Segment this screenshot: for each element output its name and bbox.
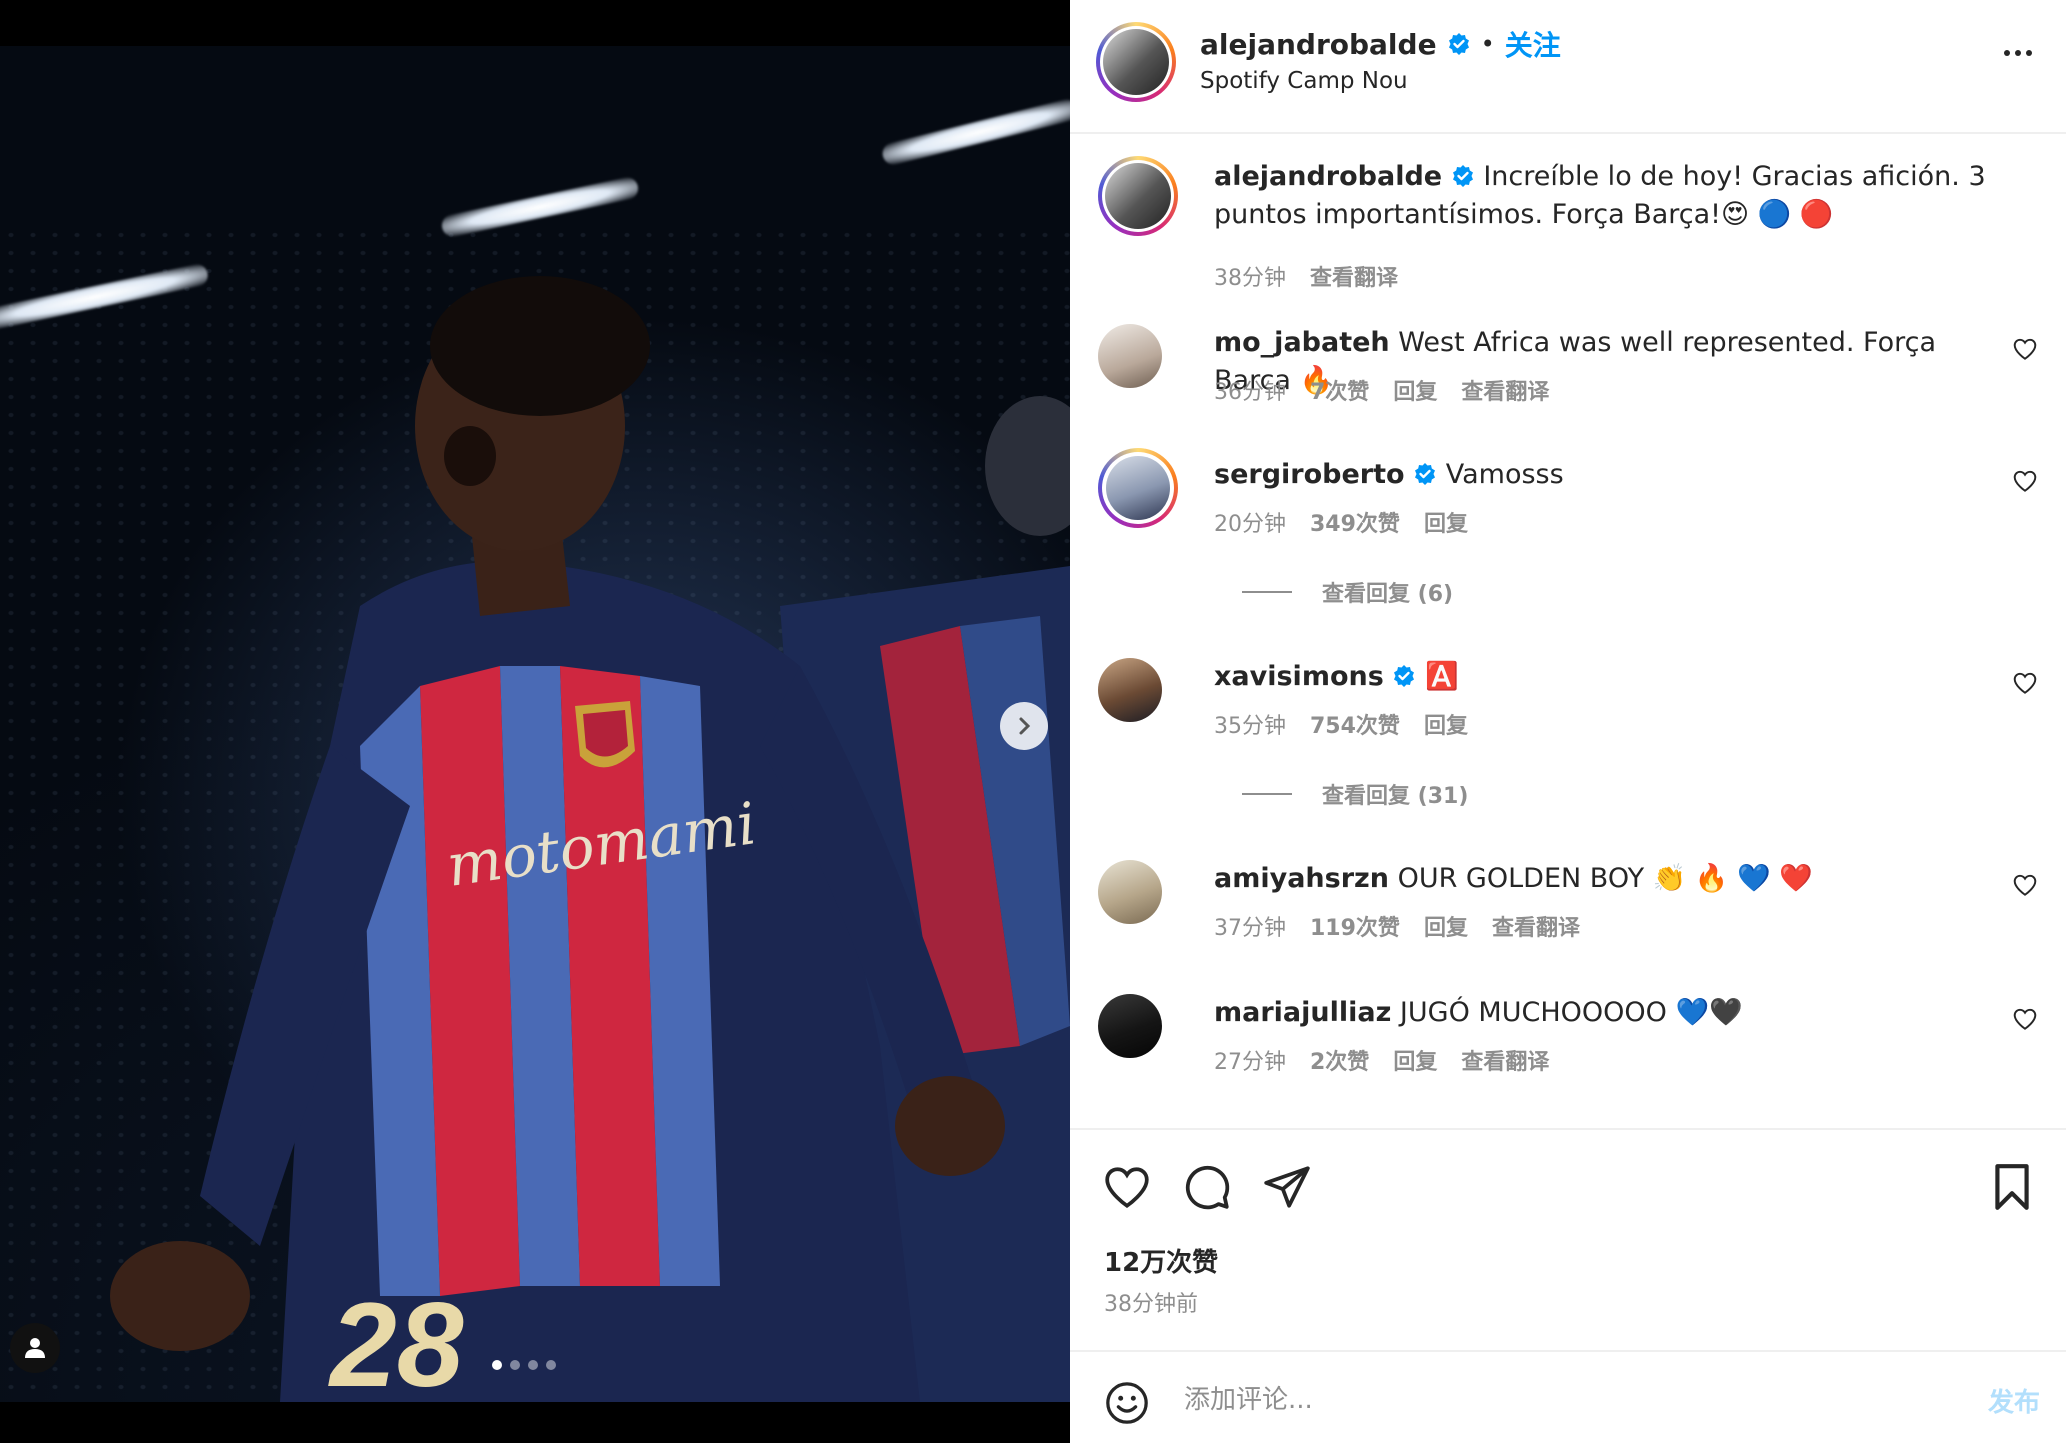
commenter-username[interactable]: mariajulliaz [1214,997,1391,1028]
comment-item: amiyahsrzn OUR GOLDEN BOY 👏 🔥 💙 ❤️ 37分钟 … [1098,860,2038,960]
post-header: alejandrobalde • 关注 Spotify Camp Nou [1070,0,2066,134]
author-avatar[interactable] [1098,156,1178,236]
follow-button[interactable]: 关注 [1505,24,1561,64]
comment-likes[interactable]: 349次赞 [1310,506,1400,538]
post-time: 38分钟前 [1104,1292,1198,1317]
post-photo[interactable]: motomami 28 [0,46,1070,1402]
send-icon[interactable] [1262,1162,1312,1212]
comment-text: JUGÓ MUCHOOOOO 💙🖤 [1399,997,1743,1028]
author-username[interactable]: alejandrobalde [1200,28,1437,61]
carousel-dot[interactable] [510,1360,520,1370]
see-translation-button[interactable]: 查看翻译 [1461,374,1549,406]
caption-time: 38分钟 [1214,266,1286,291]
comment-item: sergiroberto Vamosss 20分钟 349次赞 回复 查看回复 … [1098,448,2038,626]
reply-button[interactable]: 回复 [1393,374,1437,406]
reply-button[interactable]: 回复 [1424,506,1468,538]
more-icon [2004,50,2010,56]
post-caption: alejandrobalde Increíble lo de hoy! Grac… [1098,156,2038,296]
comment-input[interactable] [1182,1374,1866,1426]
verified-badge-icon [1452,165,1473,187]
comment-item: mo_jabateh West Africa was well represen… [1098,324,2038,424]
comment-text: Vamosss [1445,459,1564,490]
see-translation-button[interactable]: 查看翻译 [1492,910,1580,942]
comment-time: 20分钟 [1214,512,1286,537]
comment-item: xavisimons 🅰️ 35分钟 754次赞 回复 查看回复 (31) [1098,658,2038,828]
caption-username[interactable]: alejandrobalde [1214,161,1442,192]
post-side-panel: alejandrobalde • 关注 Spotify Camp Nou ale… [1070,0,2066,1443]
player-figure: motomami 28 [110,276,1070,1402]
comment-like-heart-icon[interactable] [2012,468,2038,494]
post-media: motomami 28 [0,0,1070,1443]
tagged-users-button[interactable] [10,1323,60,1373]
like-count[interactable]: 12万次赞 [1104,1242,1218,1279]
comment-item: mariajulliaz JUGÓ MUCHOOOOO 💙🖤 27分钟 2次赞 … [1098,994,2038,1094]
commenter-username[interactable]: sergiroberto [1214,459,1405,490]
post-location[interactable]: Spotify Camp Nou [1200,68,1408,94]
carousel-dot[interactable] [546,1360,556,1370]
comments-list: alejandrobalde Increíble lo de hoy! Grac… [1070,134,2066,1128]
reply-button[interactable]: 回复 [1424,708,1468,740]
comment-text: 🅰️ [1424,661,1459,692]
comment-time: 36分钟 [1214,380,1286,405]
comment-like-heart-icon[interactable] [2012,336,2038,362]
commenter-username[interactable]: xavisimons [1214,661,1384,692]
next-slide-button[interactable] [1000,702,1048,750]
comment-text: OUR GOLDEN BOY 👏 🔥 💙 ❤️ [1397,863,1813,894]
comment-likes[interactable]: 119次赞 [1310,910,1400,942]
post-comment-button[interactable]: 发布 [1988,1382,2040,1419]
reply-button[interactable]: 回复 [1393,1044,1437,1076]
view-replies-button[interactable]: 查看回复 (31) [1242,778,1468,810]
verified-badge-icon [1394,665,1415,687]
commenter-avatar[interactable] [1098,658,1162,722]
svg-text:28: 28 [328,1278,464,1402]
verified-badge-icon [1448,33,1469,55]
chevron-right-icon [1019,717,1031,735]
comment-time: 37分钟 [1214,916,1286,941]
bookmark-icon[interactable] [1990,1162,2034,1212]
comment-time: 35分钟 [1214,714,1286,739]
view-replies-button[interactable]: 查看回复 (6) [1242,576,1453,608]
comment-like-heart-icon[interactable] [2012,872,2038,898]
post-actions: 12万次赞 38分钟前 [1070,1128,2066,1350]
commenter-avatar[interactable] [1098,860,1162,924]
add-comment-bar: 发布 [1070,1350,2066,1445]
comment-icon[interactable] [1182,1162,1232,1212]
carousel-dot[interactable] [492,1360,502,1370]
author-avatar[interactable] [1096,22,1176,102]
comment-time: 27分钟 [1214,1050,1286,1075]
commenter-avatar[interactable] [1098,994,1162,1058]
separator-dot: • [1480,30,1495,58]
comment-likes[interactable]: 2次赞 [1310,1044,1369,1076]
commenter-username[interactable]: mo_jabateh [1214,327,1390,358]
comment-likes[interactable]: 754次赞 [1310,708,1400,740]
heart-icon[interactable] [1102,1162,1152,1212]
comment-like-heart-icon[interactable] [2012,1006,2038,1032]
emoji-icon[interactable] [1104,1380,1150,1426]
commenter-avatar[interactable] [1098,324,1162,388]
see-translation-button[interactable]: 查看翻译 [1461,1044,1549,1076]
commenter-username[interactable]: amiyahsrzn [1214,863,1389,894]
see-translation-button[interactable]: 查看翻译 [1310,260,1398,292]
comment-likes[interactable]: 7次赞 [1310,374,1369,406]
comment-like-heart-icon[interactable] [2012,670,2038,696]
user-tag-icon [25,1338,45,1358]
more-options-button[interactable] [2004,50,2032,56]
verified-badge-icon [1415,463,1436,485]
commenter-avatar[interactable] [1098,448,1178,528]
carousel-dot[interactable] [528,1360,538,1370]
reply-button[interactable]: 回复 [1424,910,1468,942]
carousel-indicator [492,1360,556,1370]
